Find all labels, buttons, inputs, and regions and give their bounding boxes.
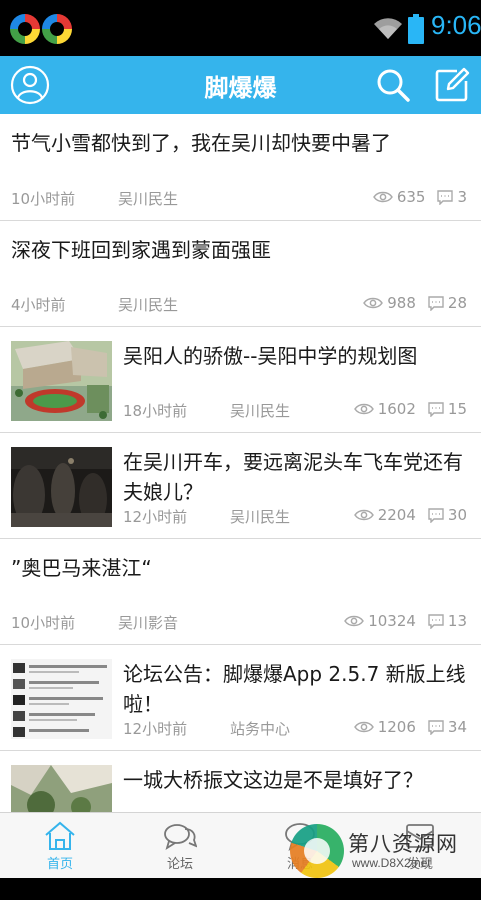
- app-icon: [42, 14, 72, 44]
- post-meta: 4小时前 吴川民生 988 28: [11, 294, 467, 314]
- view-count: 1206: [377, 718, 416, 736]
- eye-icon: [372, 191, 393, 203]
- post-item[interactable]: 节气小雪都快到了，我在吴川却快要中暑了 10小时前 吴川民生 635 3: [0, 114, 481, 221]
- post-title[interactable]: 一城大桥振文这边是不是填好了？: [123, 765, 469, 795]
- comment-count: 3: [457, 188, 467, 206]
- post-time: 4小时前: [11, 296, 66, 314]
- eye-icon: [363, 297, 384, 309]
- post-time: 12小时前: [123, 720, 188, 738]
- clock: 9:06: [431, 10, 481, 40]
- view-count: 988: [387, 294, 416, 312]
- post-thumbnail[interactable]: [11, 447, 112, 527]
- comment-icon: [428, 719, 444, 735]
- comment-icon: [428, 507, 444, 523]
- compose-icon[interactable]: [433, 66, 471, 104]
- post-board: 吴川民生: [118, 296, 179, 314]
- tab-label: 首页: [46, 857, 73, 872]
- post-time: 10小时前: [11, 190, 76, 208]
- post-title[interactable]: 节气小雪都快到了，我在吴川却快要中暑了: [11, 128, 469, 158]
- post-item[interactable]: ”奥巴马来湛江“ 10小时前 吴川影音 10324 13: [0, 539, 481, 645]
- tab-home[interactable]: 首页: [0, 813, 120, 879]
- watermark-text: 第八资源网: [348, 832, 458, 856]
- post-thumbnail[interactable]: [11, 765, 112, 812]
- post-time: 18小时前: [123, 402, 188, 420]
- comment-icon: [428, 613, 444, 629]
- post-board: 吴川民生: [230, 508, 291, 526]
- eye-icon: [353, 509, 374, 521]
- watermark-logo-icon: [290, 824, 344, 878]
- post-thumbnail[interactable]: [11, 341, 112, 421]
- eye-icon: [353, 721, 374, 733]
- eye-icon: [353, 403, 374, 415]
- app-header: 脚爆爆: [0, 56, 481, 114]
- watermark-url: www.D8X2.net: [352, 856, 431, 870]
- comment-icon: [437, 189, 454, 205]
- post-item[interactable]: 一城大桥振文这边是不是填好了？: [0, 751, 481, 812]
- post-item[interactable]: 在吴川开车，要远离泥头车飞车党还有夫娘儿？ 12小时前 吴川民生 2204 30: [0, 433, 481, 539]
- comment-count: 15: [447, 400, 467, 418]
- system-nav-bar: [0, 878, 481, 900]
- post-meta: 12小时前 站务中心 1206 34: [123, 718, 467, 738]
- post-item[interactable]: 吴阳人的骄傲--吴阳中学的规划图 18小时前 吴川民生 1602 15: [0, 327, 481, 433]
- comment-count: 30: [447, 506, 467, 524]
- post-title[interactable]: ”奥巴马来湛江“: [11, 553, 469, 583]
- post-title[interactable]: 吴阳人的骄傲--吴阳中学的规划图: [123, 341, 469, 371]
- post-title[interactable]: 论坛公告：脚爆爆App 2.5.7 新版上线啦！: [123, 659, 469, 719]
- post-board: 吴川民生: [118, 190, 179, 208]
- post-title[interactable]: 在吴川开车，要远离泥头车飞车党还有夫娘儿？: [123, 447, 469, 507]
- view-count: 635: [396, 188, 426, 206]
- post-board: 站务中心: [230, 720, 291, 738]
- search-icon[interactable]: [375, 67, 411, 103]
- view-count: 10324: [368, 612, 416, 630]
- forum-chat-icon: [164, 824, 197, 851]
- comment-icon: [428, 401, 444, 417]
- battery-icon: [408, 14, 424, 44]
- comment-count: 34: [447, 718, 467, 736]
- comment-icon: [428, 295, 444, 311]
- post-item[interactable]: 深夜下班回到家遇到蒙面强匪 4小时前 吴川民生 988 28: [0, 221, 481, 327]
- comment-count: 13: [447, 612, 467, 630]
- post-meta: 10小时前 吴川影音 10324 13: [11, 612, 467, 632]
- post-time: 12小时前: [123, 508, 188, 526]
- post-item[interactable]: 论坛公告：脚爆爆App 2.5.7 新版上线啦！ 12小时前 站务中心 1206…: [0, 645, 481, 751]
- post-time: 10小时前: [11, 614, 76, 632]
- view-count: 2204: [377, 506, 416, 524]
- tab-label: 论坛: [166, 857, 193, 872]
- tab-forum[interactable]: 论坛: [120, 813, 240, 879]
- post-meta: 12小时前 吴川民生 2204 30: [123, 506, 467, 526]
- app-icon: [10, 14, 40, 44]
- home-icon: [45, 821, 75, 850]
- post-board: 吴川影音: [118, 614, 179, 632]
- status-bar: 9:06: [0, 0, 481, 56]
- post-board: 吴川民生: [230, 402, 291, 420]
- eye-icon: [344, 615, 365, 627]
- wifi-icon: [374, 18, 402, 39]
- post-meta: 10小时前 吴川民生 635 3: [11, 188, 467, 208]
- post-meta: 18小时前 吴川民生 1602 15: [123, 400, 467, 420]
- comment-count: 28: [447, 294, 467, 312]
- view-count: 1602: [377, 400, 416, 418]
- watermark: 第八资源网 www.D8X2.net: [290, 824, 470, 884]
- post-title[interactable]: 深夜下班回到家遇到蒙面强匪: [11, 235, 469, 265]
- post-thumbnail[interactable]: [11, 659, 112, 739]
- post-feed[interactable]: 节气小雪都快到了，我在吴川却快要中暑了 10小时前 吴川民生 635 3 深夜下…: [0, 114, 481, 812]
